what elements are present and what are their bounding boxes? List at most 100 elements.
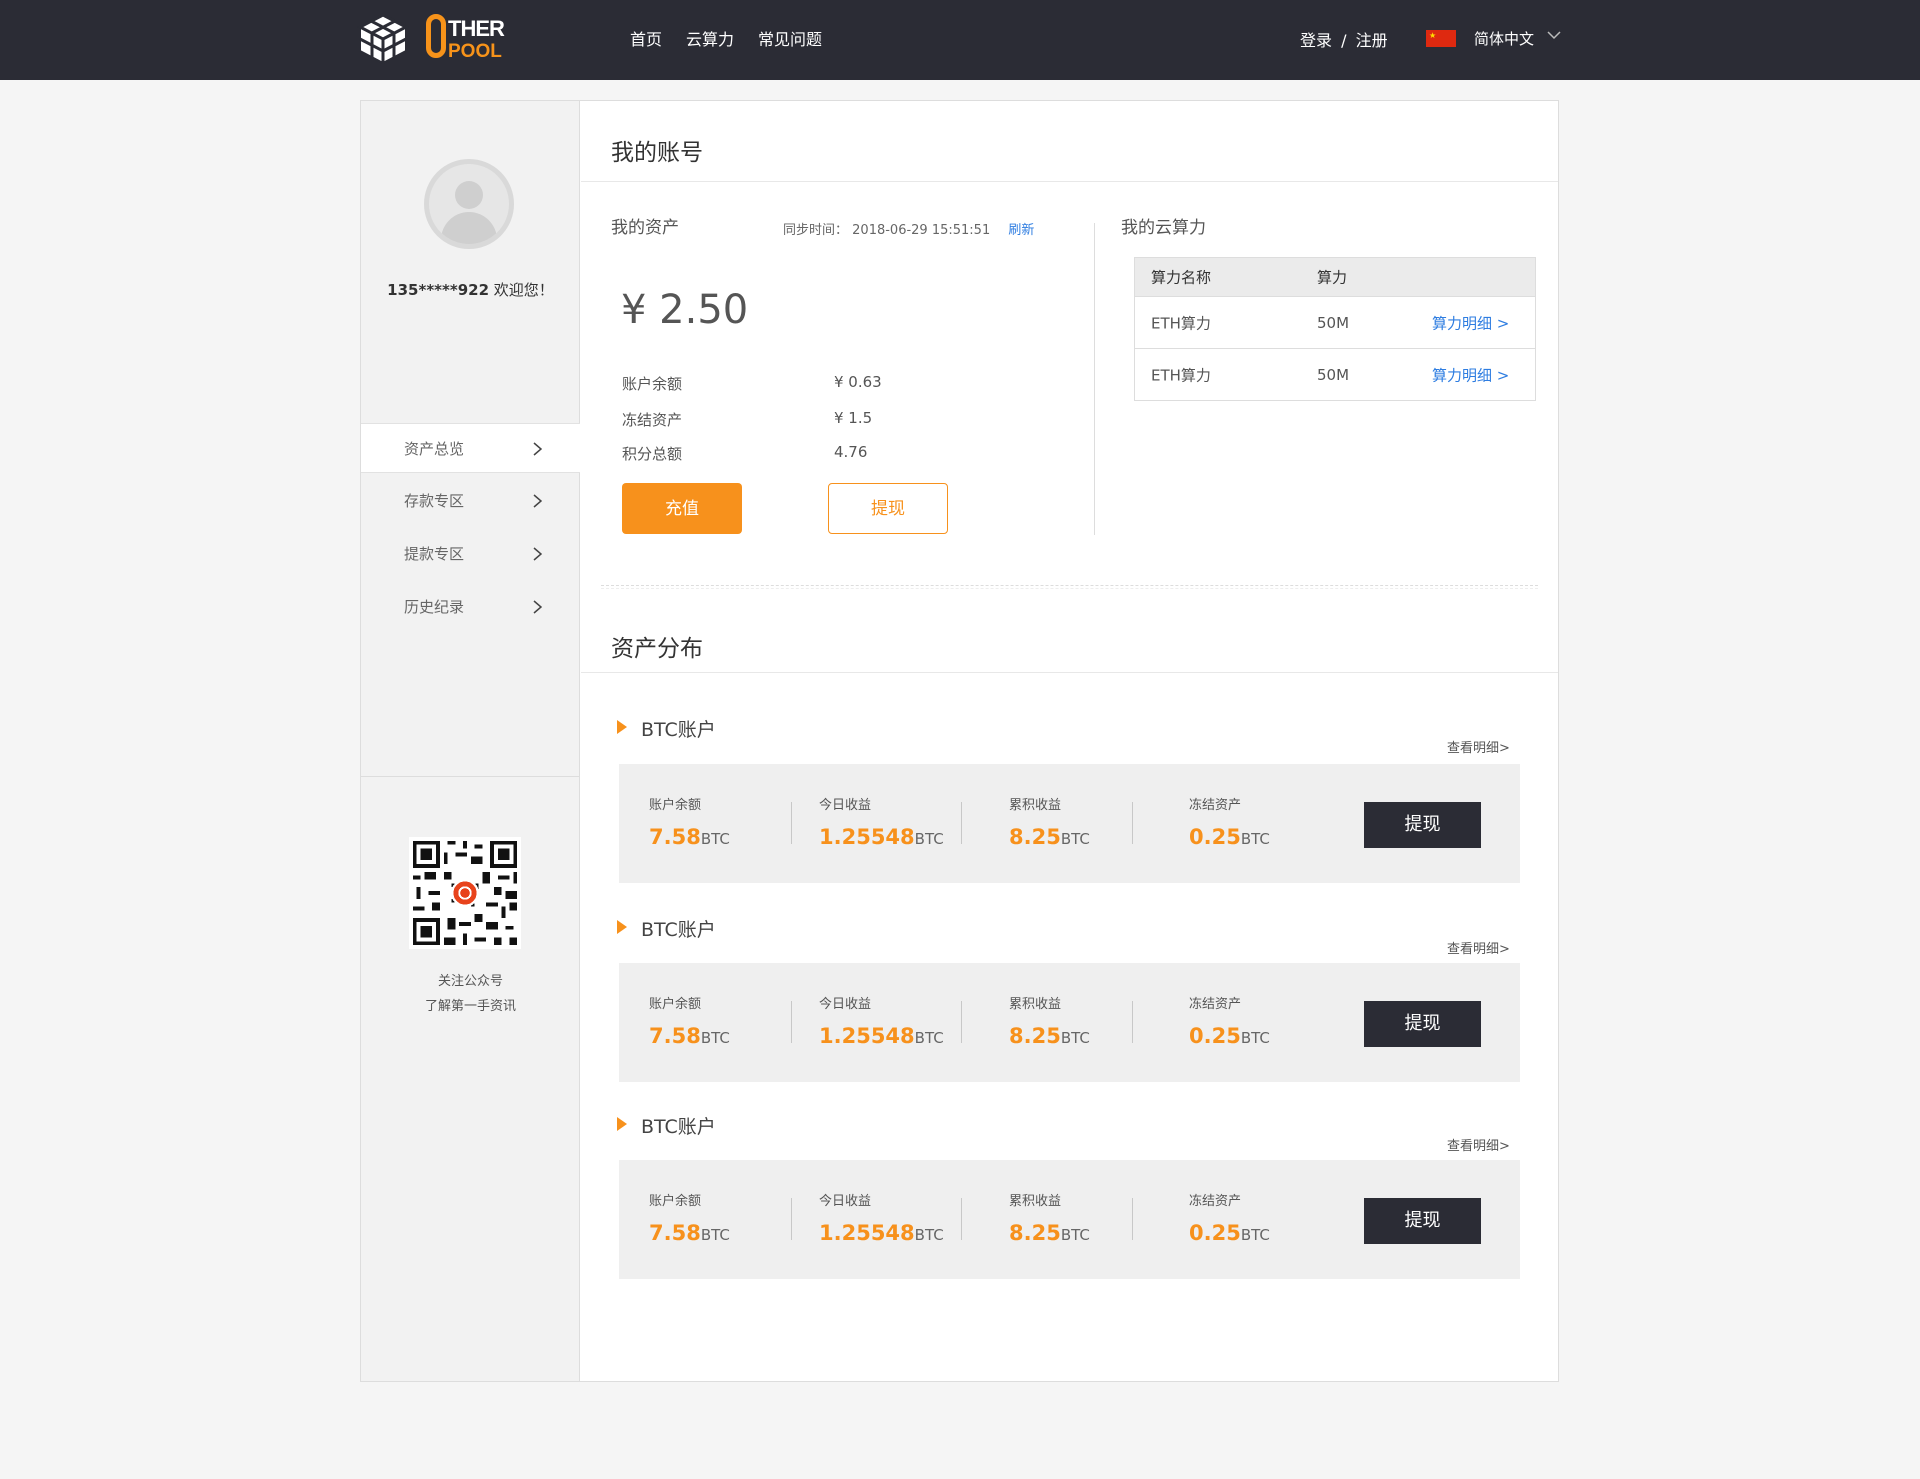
account-title: BTC账户 [617, 715, 716, 742]
stat-value: 7.58 [649, 825, 701, 849]
stat-label: 冻结资产 [1189, 1194, 1242, 1209]
nav-faq[interactable]: 常见问题 [758, 26, 822, 50]
chevron-right-icon [533, 442, 542, 456]
welcome-text: 135*****922 欢迎您！ [361, 279, 580, 300]
title-divider [581, 181, 1558, 182]
stat-divider [1132, 802, 1133, 844]
stat-label: 累积收益 [1009, 1194, 1062, 1209]
stat-value: 7.58 [649, 1221, 701, 1245]
account-summary-box: 账户余额 7.58BTC 今日收益 1.25548BTC 累积收益 8.25BTC 冻… [619, 764, 1520, 883]
stat-value: 1.25548 [819, 1221, 915, 1245]
stat-unit: BTC [1240, 830, 1270, 848]
logo-text-top: THER [448, 16, 505, 41]
view-details-link[interactable]: 查看明细> [1447, 1135, 1510, 1154]
main-nav: 首页 云算力 常见问题 [630, 26, 822, 50]
wechat-qr-code [409, 837, 521, 949]
account-withdraw-button[interactable]: 提现 [1364, 1198, 1481, 1244]
nav-cloud-power[interactable]: 云算力 [686, 26, 734, 50]
account-name: BTC账户 [641, 1116, 716, 1138]
stat-cumulative-income: 累积收益 8.25BTC [1009, 1190, 1090, 1245]
stat-label: 冻结资产 [1189, 997, 1242, 1012]
stat-unit: BTC [1060, 1226, 1090, 1244]
stat-label: 今日收益 [819, 798, 872, 813]
balance-label: 账户余额 [622, 375, 683, 393]
power-name: ETH算力 [1151, 366, 1211, 384]
stat-divider [961, 1198, 962, 1240]
nav-home[interactable]: 首页 [630, 26, 662, 50]
china-flag-icon[interactable]: ★ [1426, 30, 1456, 47]
stat-value: 8.25 [1009, 1221, 1061, 1245]
stat-cumulative-income: 累积收益 8.25BTC [1009, 794, 1090, 849]
account-name: BTC账户 [641, 719, 716, 741]
avatar[interactable] [424, 159, 514, 249]
account-panel: 135*****922 欢迎您！ 资产总览 存款专区 提款专区 历史纪录 关注公… [360, 100, 1559, 1382]
table-header: 算力名称 算力 [1135, 258, 1535, 296]
logo-o-mark [426, 14, 446, 58]
account-summary-box: 账户余额 7.58BTC 今日收益 1.25548BTC 累积收益 8.25BTC 冻… [619, 963, 1520, 1082]
language-selector[interactable]: 简体中文 [1474, 28, 1534, 49]
sidebar-item-label: 提款专区 [404, 545, 465, 563]
triangle-right-icon [617, 720, 627, 734]
sidebar-menu: 资产总览 存款专区 提款专区 历史纪录 [361, 423, 580, 632]
stat-unit: BTC [1240, 1226, 1270, 1244]
top-navbar: THER POOL 首页 云算力 常见问题 登录 / 注册 ★ 简体中文 [0, 0, 1920, 80]
stat-divider [1132, 1001, 1133, 1043]
logo-cube-icon [356, 13, 410, 65]
register-link[interactable]: 注册 [1356, 31, 1388, 50]
account-withdraw-button[interactable]: 提现 [1364, 802, 1481, 848]
total-assets: ¥ 2.50 [621, 287, 749, 333]
refresh-link[interactable]: 刷新 [1008, 223, 1034, 238]
stat-value: 8.25 [1009, 1024, 1061, 1048]
power-detail-link[interactable]: 算力明细 > [1432, 312, 1509, 333]
recharge-button[interactable]: 充值 [622, 483, 742, 534]
stat-label: 冻结资产 [1189, 798, 1242, 813]
account-title: BTC账户 [617, 1112, 716, 1139]
points-label: 积分总额 [622, 445, 683, 463]
login-link[interactable]: 登录 [1300, 31, 1332, 50]
auth-links: 登录 / 注册 [1300, 27, 1388, 51]
distribution-title: 资产分布 [611, 636, 703, 662]
stat-balance: 账户余额 7.58BTC [649, 993, 730, 1048]
chevron-down-icon[interactable] [1546, 28, 1562, 42]
stat-divider [1132, 1198, 1133, 1240]
sidebar-item-label: 存款专区 [404, 492, 465, 510]
stat-unit: BTC [700, 1226, 730, 1244]
table-row: ETH算力 50M 算力明细 > [1135, 348, 1535, 400]
stat-unit: BTC [1060, 830, 1090, 848]
my-assets-label: 我的资产 [611, 218, 679, 238]
auth-separator: / [1341, 31, 1347, 50]
stat-label: 今日收益 [819, 997, 872, 1012]
section-divider [601, 585, 1538, 589]
triangle-right-icon [617, 920, 627, 934]
frozen-value: ¥ 1.5 [834, 409, 873, 427]
account-title: BTC账户 [617, 915, 716, 942]
sidebar-item-deposit[interactable]: 存款专区 [361, 476, 580, 526]
otherpool-logo[interactable]: THER POOL [356, 8, 512, 70]
withdraw-button[interactable]: 提现 [828, 483, 948, 534]
main-content: 我的账号 我的资产 同步时间： 2018-06-29 15:51:51 刷新 ¥… [581, 101, 1558, 1381]
stat-balance: 账户余额 7.58BTC [649, 794, 730, 849]
view-details-link[interactable]: 查看明细> [1447, 737, 1510, 756]
logo-text-bottom: POOL [448, 41, 502, 62]
power-value: 50M [1317, 365, 1350, 384]
stat-label: 今日收益 [819, 1194, 872, 1209]
stat-value: 0.25 [1189, 1221, 1241, 1245]
sync-info: 同步时间： 2018-06-29 15:51:51 刷新 [783, 219, 1034, 238]
sidebar-item-asset-overview[interactable]: 资产总览 [361, 423, 580, 473]
page-title: 我的账号 [611, 140, 703, 166]
stat-frozen: 冻结资产 0.25BTC [1189, 993, 1270, 1048]
qr-caption-line-2: 了解第一手资讯 [424, 999, 516, 1014]
sidebar-item-history[interactable]: 历史纪录 [361, 582, 580, 632]
power-detail-link[interactable]: 算力明细 > [1432, 364, 1509, 385]
view-details-link[interactable]: 查看明细> [1447, 938, 1510, 957]
column-header-power: 算力 [1317, 268, 1348, 287]
stat-balance: 账户余额 7.58BTC [649, 1190, 730, 1245]
account-withdraw-button[interactable]: 提现 [1364, 1001, 1481, 1047]
stat-today-income: 今日收益 1.25548BTC [819, 993, 944, 1048]
stat-unit: BTC [700, 1029, 730, 1047]
stat-unit: BTC [700, 830, 730, 848]
stat-divider [791, 1001, 792, 1043]
sidebar-item-withdrawal[interactable]: 提款专区 [361, 529, 580, 579]
account-summary-box: 账户余额 7.58BTC 今日收益 1.25548BTC 累积收益 8.25BTC 冻… [619, 1160, 1520, 1279]
stat-unit: BTC [914, 830, 944, 848]
